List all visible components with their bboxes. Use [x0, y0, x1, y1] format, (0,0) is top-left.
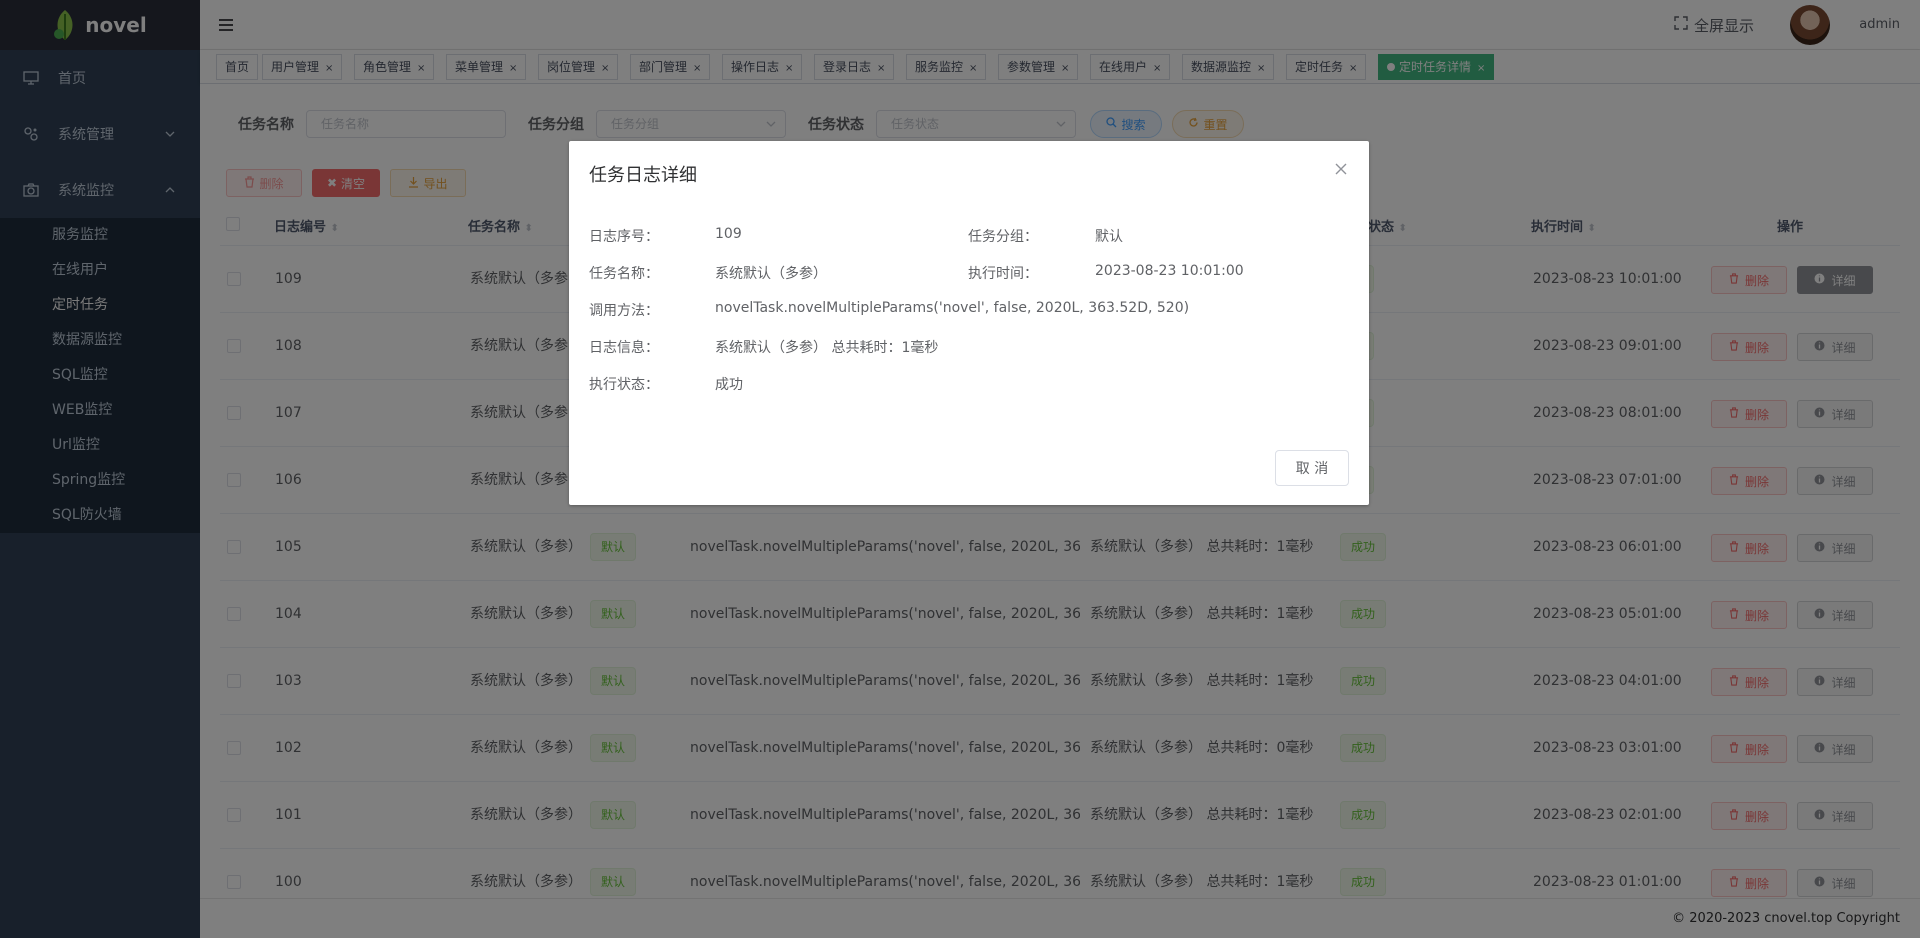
time-value: 2023-08-23 10:01:00 [1095, 263, 1244, 279]
method-value: novelTask.novelMultipleParams('novel', f… [715, 300, 1190, 316]
close-icon[interactable] [1333, 161, 1349, 177]
time-label: 执行时间： [968, 266, 1038, 282]
log-id-label: 日志序号： [589, 229, 659, 245]
method-label: 调用方法： [589, 303, 659, 319]
group-label: 任务分组： [968, 229, 1038, 245]
msg-label: 日志信息： [589, 340, 659, 356]
log-id-value: 109 [715, 226, 742, 242]
name-label: 任务名称： [589, 266, 659, 282]
status-value: 成功 [715, 377, 743, 393]
cancel-button[interactable]: 取 消 [1275, 450, 1349, 486]
task-log-detail-dialog: 任务日志详细 日志序号： 109 任务分组： 默认 任务名称： 系统默认（多参）… [569, 141, 1369, 505]
status-label: 执行状态： [589, 377, 659, 393]
msg-value: 系统默认（多参） 总共耗时：1毫秒 [715, 340, 939, 356]
dialog-title: 任务日志详细 [589, 165, 697, 186]
name-value: 系统默认（多参） [715, 266, 827, 282]
group-value: 默认 [1095, 229, 1123, 245]
